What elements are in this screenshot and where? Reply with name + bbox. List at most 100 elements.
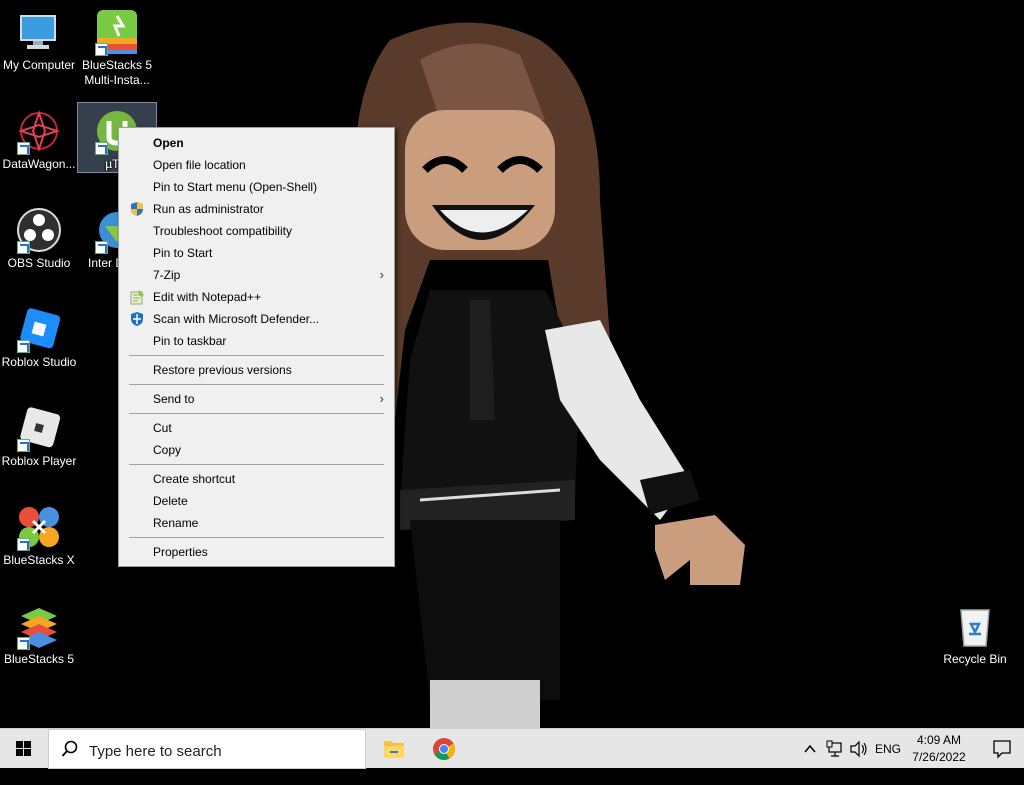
menu-item-label: Run as administrator [153, 202, 264, 216]
desktop-icon-datawagon[interactable]: DataWagon... [0, 103, 78, 172]
chevron-right-icon: › [379, 267, 384, 282]
desktop-icon-bluestacks-multi[interactable]: BlueStacks 5 Multi-Insta... [78, 4, 156, 88]
desktop-icon-label: BlueStacks X [3, 553, 75, 567]
taskbar: ENG 4:09 AM 7/26/2022 [0, 728, 1024, 769]
desktop-icon-bluestacks-5[interactable]: BlueStacks 5 [0, 598, 78, 667]
menu-item-send-to[interactable]: Send to › [119, 388, 394, 410]
shortcut-arrow-icon [17, 340, 30, 353]
datawagon-icon [15, 107, 63, 155]
windows-logo-icon [16, 741, 31, 756]
desktop-icon-label: My Computer [2, 58, 76, 72]
chevron-up-icon [804, 744, 816, 753]
menu-item-troubleshoot-compatibility[interactable]: Troubleshoot compatibility [119, 220, 394, 242]
menu-item-7zip[interactable]: 7-Zip › [119, 264, 394, 286]
menu-item-run-as-administrator[interactable]: Run as administrator [119, 198, 394, 220]
menu-separator [129, 384, 384, 385]
start-button[interactable] [0, 729, 48, 769]
desktop-icon-label: Roblox Player [1, 454, 77, 468]
menu-item-delete[interactable]: Delete [119, 490, 394, 512]
menu-item-edit-with-notepadpp[interactable]: Edit with Notepad++ [119, 286, 394, 308]
menu-item-label: Troubleshoot compatibility [153, 224, 292, 238]
bluestacks-x-icon [15, 503, 63, 551]
menu-separator [129, 464, 384, 465]
shortcut-arrow-icon [17, 241, 30, 254]
volume-icon [850, 740, 867, 758]
menu-item-label: Delete [153, 494, 188, 508]
desktop-icon-my-computer[interactable]: My Computer [0, 4, 78, 73]
menu-item-label: Rename [153, 516, 199, 530]
menu-item-label: Pin to Start [153, 246, 213, 260]
desktop-icon-recycle-bin[interactable]: Recycle Bin [936, 598, 1014, 667]
menu-item-label: Open [153, 136, 184, 150]
context-menu: Open Open file location Pin to Start men… [118, 127, 395, 567]
roblox-player-icon [15, 404, 63, 452]
menu-item-rename[interactable]: Rename [119, 512, 394, 534]
recycle-bin-icon [951, 602, 999, 650]
menu-item-label: 7-Zip [153, 268, 181, 282]
menu-item-label: Pin to taskbar [153, 334, 227, 348]
desktop-icon-roblox-player[interactable]: Roblox Player [0, 400, 78, 469]
shortcut-arrow-icon [95, 241, 108, 254]
menu-item-label: Open file location [153, 158, 246, 172]
desktop-icon-label: BlueStacks 5 Multi-Insta... [81, 58, 153, 87]
clock-time: 4:09 AM [916, 733, 962, 747]
computer-icon [15, 8, 63, 56]
tray-volume[interactable] [848, 729, 870, 769]
search-input[interactable] [87, 740, 351, 762]
menu-item-pin-to-taskbar[interactable]: Pin to taskbar [119, 330, 394, 352]
tray-network[interactable] [824, 729, 846, 769]
menu-item-restore-previous-versions[interactable]: Restore previous versions [119, 359, 394, 381]
notification-icon [993, 740, 1011, 759]
shortcut-arrow-icon [17, 142, 30, 155]
menu-item-create-shortcut[interactable]: Create shortcut [119, 468, 394, 490]
shortcut-arrow-icon [95, 142, 108, 155]
shortcut-arrow-icon [17, 538, 30, 551]
defender-icon [131, 312, 143, 326]
uac-shield-icon [131, 202, 143, 216]
menu-item-label: Pin to Start menu (Open-Shell) [153, 180, 318, 194]
menu-item-scan-with-defender[interactable]: Scan with Microsoft Defender... [119, 308, 394, 330]
bluestacks-icon [15, 602, 63, 650]
chevron-right-icon: › [379, 391, 384, 406]
menu-item-label: Copy [153, 443, 182, 457]
menu-item-cut[interactable]: Cut [119, 417, 394, 439]
menu-item-label: Send to [153, 392, 195, 406]
folder-icon [384, 741, 404, 758]
menu-item-open[interactable]: Open [119, 132, 394, 154]
notepadpp-icon [130, 290, 144, 305]
action-center-button[interactable] [980, 729, 1024, 769]
taskbar-file-explorer[interactable] [370, 729, 418, 769]
desktop-icon-label: Roblox Studio [1, 355, 77, 369]
menu-item-label: Restore previous versions [153, 363, 292, 377]
shortcut-arrow-icon [95, 43, 108, 56]
menu-item-copy[interactable]: Copy [119, 439, 394, 461]
menu-item-pin-to-start-open-shell[interactable]: Pin to Start menu (Open-Shell) [119, 176, 394, 198]
tray-clock[interactable]: 4:09 AM 7/26/2022 [900, 732, 978, 766]
desktop-icon-label: BlueStacks 5 [3, 652, 75, 666]
desktop-icon-roblox-studio[interactable]: Roblox Studio [0, 301, 78, 370]
menu-separator [129, 355, 384, 356]
menu-item-properties[interactable]: Properties [119, 541, 394, 563]
desktop-icon-label: OBS Studio [7, 256, 71, 270]
bluestacks-multi-icon [93, 8, 141, 56]
chrome-icon [433, 738, 455, 760]
shortcut-arrow-icon [17, 637, 30, 650]
menu-item-label: Edit with Notepad++ [153, 290, 262, 304]
tray-overflow-chevron[interactable] [800, 729, 820, 769]
menu-item-label: Scan with Microsoft Defender... [153, 312, 320, 326]
search-icon [61, 740, 78, 757]
menu-item-label: Create shortcut [153, 472, 236, 486]
desktop-icon-label: Recycle Bin [943, 652, 1007, 666]
desktop-icon-obs-studio[interactable]: OBS Studio [0, 202, 78, 271]
menu-separator [129, 537, 384, 538]
roblox-studio-icon [15, 305, 63, 353]
menu-item-pin-to-start[interactable]: Pin to Start [119, 242, 394, 264]
menu-separator [129, 413, 384, 414]
taskbar-chrome[interactable] [420, 729, 468, 769]
menu-item-label: Cut [153, 421, 172, 435]
taskbar-search-box[interactable] [48, 729, 366, 769]
network-icon [826, 740, 842, 757]
menu-item-open-file-location[interactable]: Open file location [119, 154, 394, 176]
desktop-icon-bluestacks-x[interactable]: BlueStacks X [0, 499, 78, 568]
menu-item-label: Properties [153, 545, 208, 559]
